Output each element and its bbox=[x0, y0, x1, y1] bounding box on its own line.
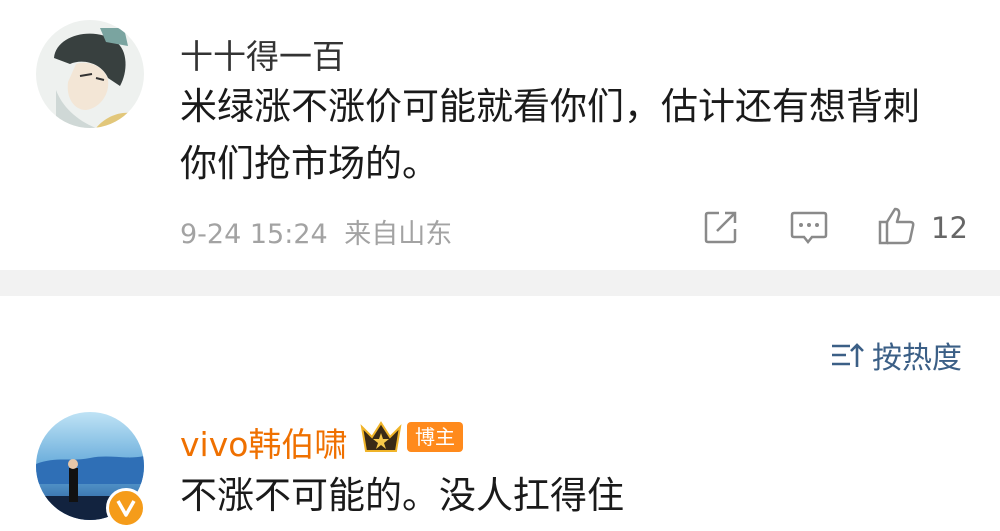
thumbs-up-icon[interactable] bbox=[877, 206, 917, 246]
comment-icon[interactable] bbox=[790, 210, 828, 246]
blogger-badge-label: 博主 bbox=[407, 422, 463, 452]
section-separator bbox=[0, 270, 1000, 296]
comment-meta: 9-24 15:24 来自山东 bbox=[180, 212, 452, 251]
comment-username[interactable]: 十十得一百 bbox=[180, 30, 345, 78]
sort-toggle[interactable]: 按热度 bbox=[830, 333, 962, 377]
comment-location: 来自山东 bbox=[344, 219, 453, 250]
share-icon[interactable] bbox=[703, 209, 739, 245]
avatar[interactable] bbox=[36, 20, 144, 128]
sort-label: 按热度 bbox=[872, 341, 962, 376]
comment-text-line-2: 你们抢市场的。 bbox=[180, 142, 439, 185]
comment-text: 不涨不可能的。没人扛得住 bbox=[180, 474, 624, 517]
like-count: 12 bbox=[931, 211, 968, 245]
comment-text-line-1: 米绿涨不涨价可能就看你们，估计还有想背刺 bbox=[180, 85, 920, 128]
crown-icon bbox=[360, 421, 402, 452]
comment-item: 十十得一百 米绿涨不涨价可能就看你们，估计还有想背刺 你们抢市场的。 9-24 … bbox=[0, 0, 1000, 270]
comment-item: vivo韩伯啸 博主 不涨不可能的。没人扛得住 bbox=[0, 400, 1000, 531]
blogger-badge: 博主 bbox=[359, 419, 463, 455]
verified-badge-icon bbox=[106, 488, 146, 528]
comment-time: 9-24 15:24 bbox=[180, 219, 328, 250]
avatar-illustration bbox=[36, 20, 144, 128]
comment-username[interactable]: vivo韩伯啸 bbox=[180, 418, 347, 466]
sort-icon bbox=[832, 343, 864, 367]
